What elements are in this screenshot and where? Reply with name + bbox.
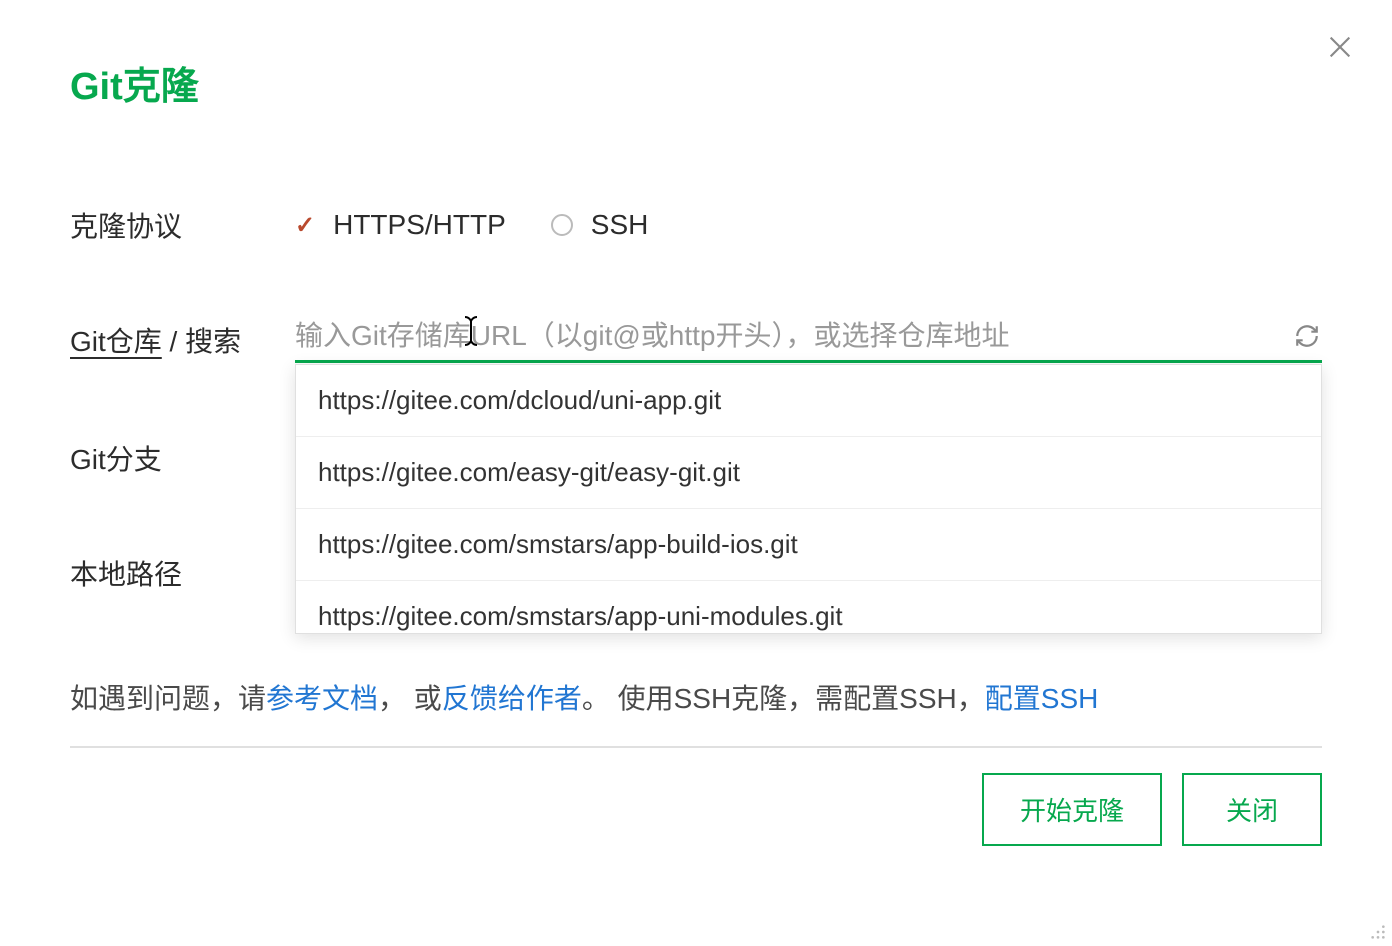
resize-handle-icon[interactable]	[1370, 924, 1386, 940]
protocol-label: 克隆协议	[70, 205, 295, 245]
repo-label: Git仓库 / 搜索	[70, 320, 295, 360]
help-feedback-link[interactable]: 反馈给作者	[442, 683, 582, 714]
repo-label-rest: / 搜索	[162, 326, 241, 357]
repo-row: Git仓库 / 搜索 https://gitee.com/	[70, 320, 1322, 363]
help-ref-doc-link[interactable]: 参考文档	[266, 683, 378, 714]
dialog-title: Git克隆	[70, 55, 1322, 110]
close-footer-button[interactable]: 关闭	[1182, 773, 1322, 846]
repo-dropdown[interactable]: https://gitee.com/dcloud/uni-app.git htt…	[295, 364, 1322, 634]
branch-label: Git分支	[70, 438, 295, 478]
protocol-row: 克隆协议 ✓ HTTPS/HTTP SSH	[70, 205, 1322, 245]
start-clone-button[interactable]: 开始克隆	[982, 773, 1162, 846]
help-mid1: ， 或	[378, 683, 442, 714]
protocol-radio-ssh[interactable]: SSH	[551, 209, 649, 241]
refresh-icon	[1294, 323, 1320, 349]
close-button[interactable]	[1323, 30, 1357, 64]
repo-label-underlined: Git仓库	[70, 326, 162, 357]
protocol-ssh-label: SSH	[591, 209, 649, 241]
repo-input-container	[295, 320, 1322, 363]
dropdown-item[interactable]: https://gitee.com/dcloud/uni-app.git	[296, 365, 1321, 437]
dropdown-item[interactable]: https://gitee.com/easy-git/easy-git.git	[296, 437, 1321, 509]
close-icon	[1326, 33, 1354, 61]
repo-url-input[interactable]	[295, 320, 1277, 352]
dialog-footer: 开始克隆 关闭	[70, 746, 1322, 846]
dropdown-item[interactable]: https://gitee.com/smstars/app-build-ios.…	[296, 509, 1321, 581]
radio-circle-icon	[551, 214, 573, 236]
local-path-label: 本地路径	[70, 553, 295, 593]
help-prefix: 如遇到问题，请	[70, 683, 266, 714]
refresh-button[interactable]	[1292, 321, 1322, 351]
git-clone-dialog: Git克隆 克隆协议 ✓ HTTPS/HTTP SSH Git仓库 / 搜索	[0, 0, 1392, 946]
help-config-ssh-link[interactable]: 配置SSH	[985, 683, 1099, 714]
help-mid2: 。 使用SSH克隆，需配置SSH，	[582, 683, 985, 714]
dropdown-item[interactable]: https://gitee.com/smstars/app-uni-module…	[296, 581, 1321, 634]
protocol-radio-https[interactable]: ✓ HTTPS/HTTP	[295, 209, 506, 241]
repo-input-wrapper: https://gitee.com/dcloud/uni-app.git htt…	[295, 320, 1322, 363]
protocol-radio-group: ✓ HTTPS/HTTP SSH	[295, 209, 648, 241]
help-text: 如遇到问题，请参考文档， 或反馈给作者。 使用SSH克隆，需配置SSH，配置SS…	[70, 678, 1322, 720]
protocol-https-label: HTTPS/HTTP	[333, 209, 506, 241]
check-icon: ✓	[295, 211, 315, 240]
